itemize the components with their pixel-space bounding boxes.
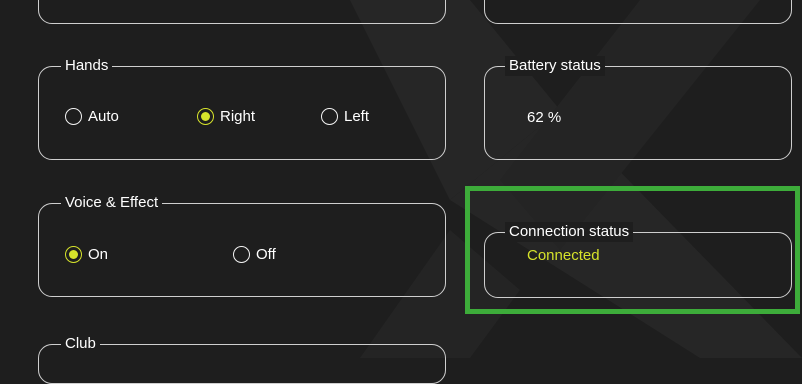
voice-effect-option-on-label: On — [88, 246, 109, 263]
voice-effect-option-on[interactable]: On — [65, 246, 108, 263]
radio-checked-icon — [65, 246, 82, 263]
radio-checked-icon — [197, 108, 214, 125]
battery-status-title: Battery status — [505, 56, 605, 76]
hands-option-auto-label: Auto — [88, 108, 119, 125]
connection-status-panel: Connection status Connected — [484, 222, 792, 298]
hands-title: Hands — [61, 56, 113, 76]
voice-effect-option-off-label: Off — [256, 246, 276, 263]
hands-panel: Hands Auto Right Left — [38, 56, 446, 160]
top-right-panel-partial — [484, 0, 792, 24]
voice-effect-option-off[interactable]: Off — [233, 246, 276, 263]
battery-status-value: 62 % — [527, 109, 562, 126]
battery-status-panel: Battery status 62 % — [484, 56, 792, 160]
radio-unchecked-icon — [233, 246, 250, 263]
club-title: Club — [61, 334, 100, 354]
top-left-panel-partial — [38, 0, 446, 24]
background-x-watermark — [350, 0, 802, 358]
connection-status-value: Connected — [527, 247, 600, 264]
hands-option-auto[interactable]: Auto — [65, 108, 119, 125]
hands-option-right[interactable]: Right — [197, 108, 255, 125]
hands-option-left[interactable]: Left — [321, 108, 369, 125]
radio-unchecked-icon — [321, 108, 338, 125]
radio-unchecked-icon — [65, 108, 82, 125]
club-panel: Club — [38, 334, 446, 384]
hands-option-right-label: Right — [220, 108, 256, 125]
voice-effect-panel: Voice & Effect On Off — [38, 193, 446, 297]
hands-option-left-label: Left — [344, 108, 370, 125]
voice-effect-title: Voice & Effect — [61, 193, 163, 213]
connection-status-title: Connection status — [505, 222, 634, 242]
